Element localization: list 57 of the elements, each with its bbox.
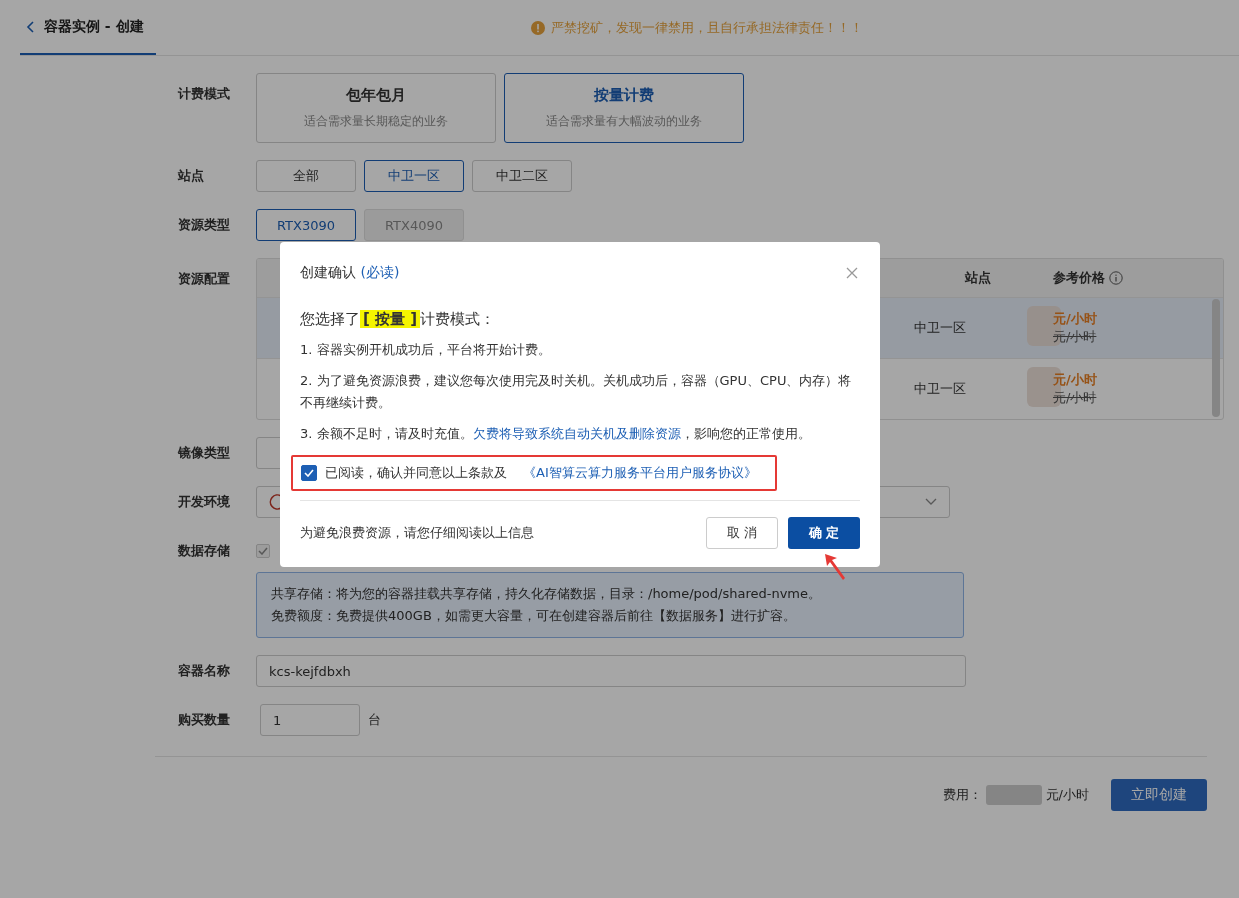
field-label: 资源类型	[178, 216, 231, 234]
agree-text: 已阅读，确认并同意以上条款及	[325, 464, 507, 482]
column-header: 站点	[964, 269, 992, 287]
site-option[interactable]: 中卫一区	[364, 160, 464, 192]
blurred-fee	[985, 785, 1042, 805]
field-label: 站点	[178, 167, 205, 185]
field-label: 资源配置	[178, 270, 231, 288]
terms-link[interactable]: 欠费将导致系统自动关机及删除资源	[472, 426, 681, 441]
scrollbar[interactable]	[1212, 299, 1220, 417]
original-price: 元/小时	[1053, 389, 1098, 407]
close-icon[interactable]	[846, 267, 858, 279]
terms-item: 1. 容器实例开机成功后，平台将开始计费。	[300, 341, 552, 359]
footer-note: 为避免浪费资源，请您仔细阅读以上信息	[300, 524, 534, 542]
fee-label: 费用：	[942, 786, 982, 804]
field-label: 镜像类型	[178, 444, 231, 462]
check-icon	[304, 469, 314, 477]
table-cell-text: 中卫一区	[913, 319, 967, 337]
cancel-button[interactable]: 取 消	[706, 517, 778, 549]
back-tab[interactable]: 容器实例 - 创建	[20, 0, 156, 55]
name-input[interactable]: kcs-kejfdbxh	[256, 655, 966, 687]
field-label: 数据存储	[178, 542, 231, 560]
intro-text: 您选择了 [ 按量 ] 计费模式：	[300, 310, 497, 329]
spinner-icon	[269, 493, 283, 511]
unit-text: 台	[368, 711, 381, 729]
terms-item: 3. 余额不足时，请及时充值。欠费将导致系统自动关机及删除资源，影响您的正常使用。	[300, 425, 812, 443]
arrow-annotation	[823, 552, 847, 582]
warning-icon	[531, 20, 545, 35]
agree-checkbox[interactable]	[301, 465, 317, 481]
column-header: 参考价格	[1053, 269, 1105, 287]
back-icon	[26, 20, 34, 33]
confirm-button[interactable]: 确 定	[788, 517, 860, 549]
resource-option[interactable]: RTX3090	[256, 209, 356, 241]
info-text: 共享存储：将为您的容器挂载共享存储，持久化存储数据，目录：/home/pod/shared-nvme。	[271, 585, 823, 603]
site-option[interactable]: 中卫二区	[472, 160, 572, 192]
site-option[interactable]: 全部	[256, 160, 356, 192]
field-label: 计费模式	[178, 85, 231, 103]
info-icon	[1109, 271, 1123, 285]
billing-option[interactable]: 按量计费 适合需求量有大幅波动的业务	[504, 73, 744, 143]
field-label: 开发环境	[178, 493, 231, 511]
field-label: 容器名称	[178, 662, 231, 680]
price-text: 元/小时	[1053, 371, 1098, 389]
terms-item: 2. 为了避免资源浪费，建议您每次使用完及时关机。关机成功后，容器（GPU、CPU、内存）将不再继续计费。	[300, 372, 853, 412]
price-text: 元/小时	[1053, 310, 1098, 328]
chevron-icon	[925, 498, 937, 506]
quantity-input[interactable]: 1	[260, 704, 360, 736]
field-label: 购买数量	[178, 711, 231, 729]
check-icon	[258, 547, 268, 555]
billing-option[interactable]: 包年包月 适合需求量长期稳定的业务	[256, 73, 496, 143]
table-cell-text: 中卫一区	[913, 380, 967, 398]
fee-unit: 元/小时	[1045, 786, 1089, 804]
warning-text: 严禁挖矿，发现一律禁用，且自行承担法律责任！！！	[551, 18, 863, 37]
dialog-title: 创建确认 (必读)	[300, 264, 400, 282]
original-price: 元/小时	[1053, 328, 1098, 346]
storage-checkbox[interactable]	[256, 544, 270, 558]
info-text: 免费额度：免费提供400GB，如需更大容量，可在创建容器后前往【数据服务】进行扩容。	[271, 607, 797, 625]
agreement-link[interactable]: 《AI智算云算力服务平台用户服务协议》	[523, 464, 757, 482]
create-button[interactable]: 立即创建	[1111, 779, 1207, 811]
